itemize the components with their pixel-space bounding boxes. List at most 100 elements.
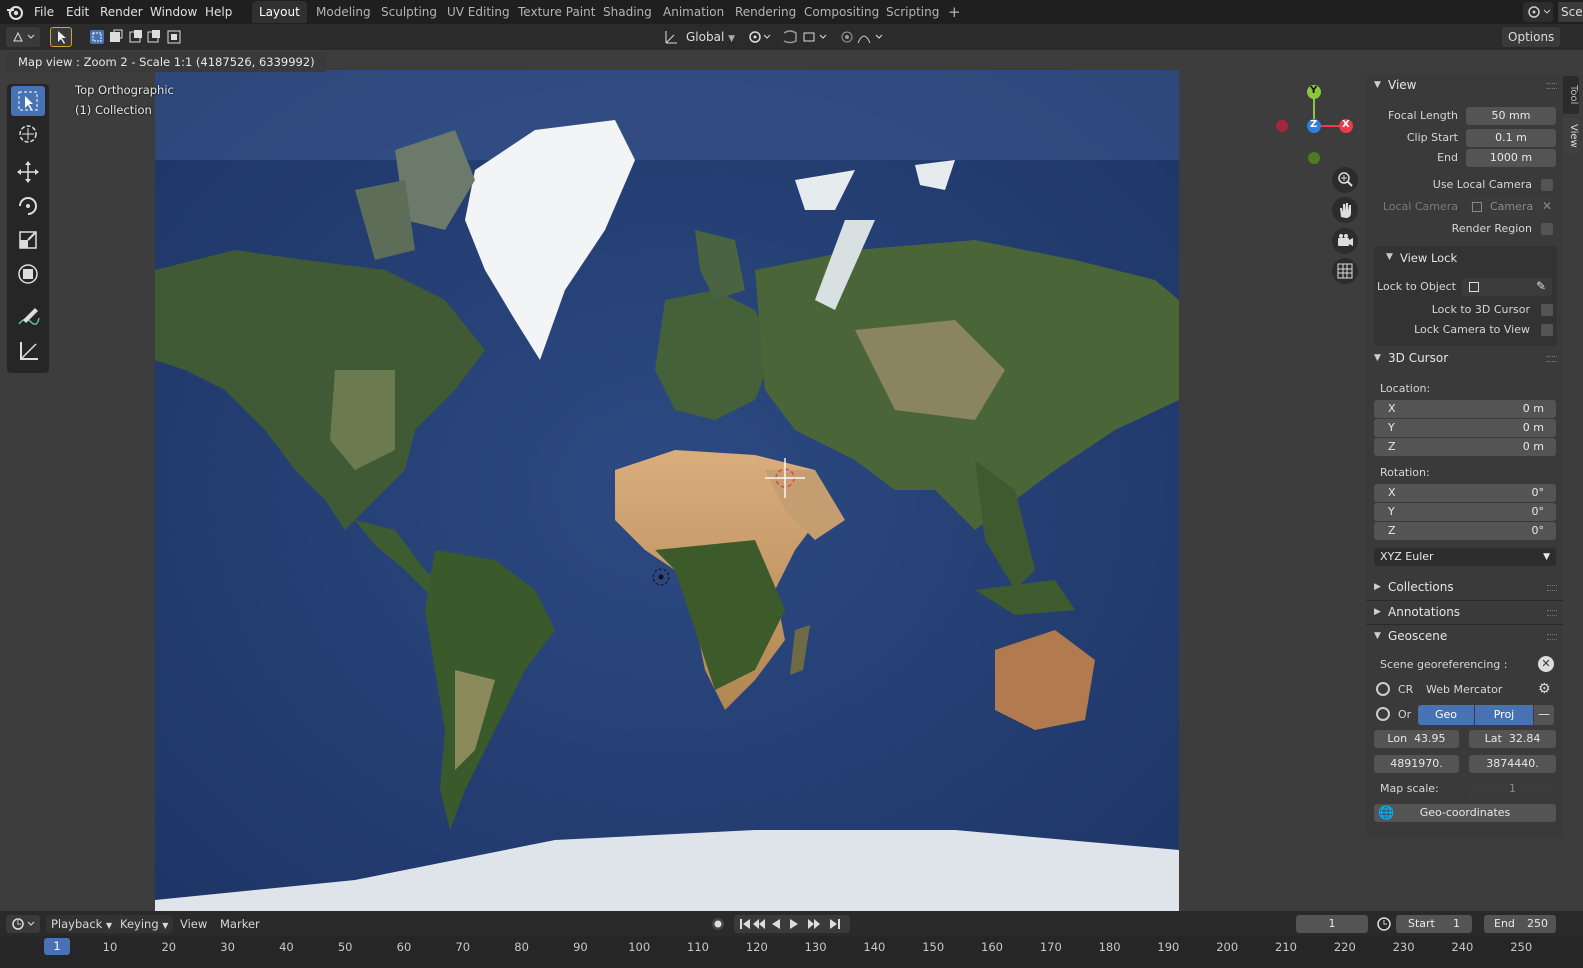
drag-grip-icon[interactable] xyxy=(1547,634,1557,640)
map-scale-field[interactable]: 1 xyxy=(1469,780,1556,798)
tab-sculpting[interactable]: Sculpting xyxy=(374,1,444,23)
cursor-tool-icon[interactable] xyxy=(11,119,45,149)
tab-scripting[interactable]: Scripting xyxy=(879,1,946,23)
menu-window[interactable]: Window xyxy=(144,2,203,22)
timeline-marker-menu[interactable]: Marker xyxy=(220,915,260,933)
clip-start-field[interactable]: 0.1 m xyxy=(1466,129,1556,147)
camera-view-icon[interactable] xyxy=(1332,228,1358,254)
menu-file[interactable]: File xyxy=(28,2,60,22)
scale-tool-icon[interactable] xyxy=(11,225,45,255)
annotations-panel-header[interactable]: ▶ Annotations xyxy=(1366,600,1563,624)
cursor-rot-x[interactable]: X 0° xyxy=(1374,484,1556,502)
geo-coordinates-button[interactable]: 🌐 Geo-coordinates xyxy=(1374,804,1556,822)
clip-end-field[interactable]: 1000 m xyxy=(1466,149,1556,167)
map-view-info: Map view : Zoom 2 - Scale 1:1 (4187526, … xyxy=(6,52,327,72)
drag-grip-icon[interactable] xyxy=(1547,610,1557,616)
menu-help[interactable]: Help xyxy=(199,2,238,22)
rotate-tool-icon[interactable] xyxy=(11,191,45,221)
proj-x-field[interactable]: 4891970. xyxy=(1374,755,1459,773)
lon-field[interactable]: Lon 43.95 xyxy=(1374,730,1459,748)
scene-selector-icon[interactable] xyxy=(1523,2,1553,22)
current-frame-marker[interactable]: 1 xyxy=(44,938,70,955)
radio-icon[interactable] xyxy=(1376,682,1390,696)
current-frame-field[interactable]: 1 xyxy=(1296,915,1368,933)
tab-texture-paint[interactable]: Texture Paint xyxy=(511,1,602,23)
transform-tool-icon[interactable] xyxy=(11,259,45,289)
keying-menu[interactable]: Keying ▼ xyxy=(115,915,174,933)
add-workspace-icon[interactable]: + xyxy=(941,1,968,23)
render-region-checkbox[interactable] xyxy=(1541,223,1553,235)
lock-camera-checkbox[interactable] xyxy=(1541,324,1553,336)
tab-tool[interactable]: Tool xyxy=(1563,76,1579,114)
start-frame-field[interactable]: Start 1 xyxy=(1396,915,1472,933)
expand-arrow-icon[interactable]: ▼ xyxy=(1386,252,1393,262)
tab-uv-editing[interactable]: UV Editing xyxy=(440,1,517,23)
blender-logo-icon[interactable] xyxy=(6,3,24,21)
world-map-image[interactable] xyxy=(155,70,1179,911)
cursor-rot-y[interactable]: Y 0° xyxy=(1374,503,1556,521)
proj-button[interactable]: Proj xyxy=(1475,705,1533,725)
scene-name[interactable]: Scer xyxy=(1558,2,1583,22)
snapping-icon[interactable] xyxy=(780,27,830,47)
view-panel-header[interactable]: ▼ View xyxy=(1366,74,1563,98)
timeline-view-menu[interactable]: View xyxy=(180,915,207,933)
remove-minus-icon[interactable]: — xyxy=(1534,705,1554,725)
eyedropper-icon[interactable]: ✎ xyxy=(1536,279,1546,293)
select-mode-icon[interactable] xyxy=(50,27,72,47)
focal-length-field[interactable]: 50 mm xyxy=(1466,107,1556,125)
measure-tool-icon[interactable] xyxy=(11,336,45,366)
cursor-loc-y[interactable]: Y 0 m xyxy=(1374,419,1556,437)
end-frame-field[interactable]: End 250 xyxy=(1484,915,1556,933)
lock-to-object-label: Lock to Object xyxy=(1377,280,1456,293)
move-tool-icon[interactable] xyxy=(11,157,45,187)
cursor-loc-z[interactable]: Z 0 m xyxy=(1374,438,1556,456)
geo-button[interactable]: Geo xyxy=(1418,705,1474,725)
start-label: Start xyxy=(1408,917,1435,930)
timeline-tick: 160 xyxy=(981,940,1003,954)
radio-icon[interactable] xyxy=(1376,707,1390,721)
geoscene-panel-header[interactable]: ▼ Geoscene xyxy=(1366,624,1563,648)
tab-animation[interactable]: Animation xyxy=(656,1,731,23)
drag-grip-icon[interactable] xyxy=(1547,83,1557,89)
clock-icon[interactable] xyxy=(1376,915,1392,933)
close-circle-icon[interactable]: ✕ xyxy=(1538,656,1554,672)
geo-coordinates-label: Geo-coordinates xyxy=(1419,806,1511,819)
settings-gear-icon[interactable]: ⚙ xyxy=(1538,681,1554,697)
orientation-dropdown[interactable]: Global ▼ xyxy=(682,27,738,47)
globe-icon: 🌐 xyxy=(1378,806,1395,821)
lock-to-cursor-checkbox[interactable] xyxy=(1541,304,1553,316)
cursor-loc-x[interactable]: X 0 m xyxy=(1374,400,1556,418)
record-icon[interactable] xyxy=(710,916,726,932)
tab-rendering[interactable]: Rendering xyxy=(728,1,803,23)
drag-grip-icon[interactable] xyxy=(1547,585,1557,591)
lat-value: 32.84 xyxy=(1508,732,1541,745)
playback-menu[interactable]: Playback ▼ xyxy=(46,915,118,933)
pan-hand-icon[interactable] xyxy=(1332,197,1358,223)
cursor-rot-z[interactable]: Z 0° xyxy=(1374,522,1556,540)
drag-grip-icon[interactable] xyxy=(1547,356,1557,362)
pivot-point-icon[interactable] xyxy=(746,27,774,47)
tab-view[interactable]: View xyxy=(1563,118,1579,154)
tab-compositing[interactable]: Compositing xyxy=(797,1,886,23)
view-lock-title[interactable]: View Lock xyxy=(1400,251,1457,265)
menu-edit[interactable]: Edit xyxy=(60,2,95,22)
ortho-grid-icon[interactable] xyxy=(1332,258,1358,284)
options-dropdown[interactable]: Options ▼ xyxy=(1502,27,1560,64)
rotation-mode-dropdown[interactable]: XYZ Euler ▼ xyxy=(1374,548,1556,566)
annotate-tool-icon[interactable] xyxy=(11,302,45,332)
zoom-icon[interactable] xyxy=(1332,167,1358,193)
lat-field[interactable]: Lat 32.84 xyxy=(1469,730,1556,748)
proportional-edit-icon[interactable] xyxy=(838,27,888,47)
clear-x-icon[interactable]: ✕ xyxy=(1542,199,1552,213)
tab-modeling[interactable]: Modeling xyxy=(309,1,378,23)
menu-render[interactable]: Render xyxy=(94,2,149,22)
use-local-camera-checkbox[interactable] xyxy=(1541,179,1553,191)
select-box-icon[interactable] xyxy=(11,86,45,116)
cursor-panel-header[interactable]: ▼ 3D Cursor xyxy=(1366,347,1563,371)
proj-y-field[interactable]: 3874440. xyxy=(1469,755,1556,773)
timeline-editor-icon[interactable] xyxy=(6,915,40,933)
editor-type-icon[interactable] xyxy=(6,27,40,47)
collections-panel-header[interactable]: ▶ Collections xyxy=(1366,576,1563,600)
tab-shading[interactable]: Shading xyxy=(596,1,659,23)
tab-layout[interactable]: Layout xyxy=(252,1,307,23)
